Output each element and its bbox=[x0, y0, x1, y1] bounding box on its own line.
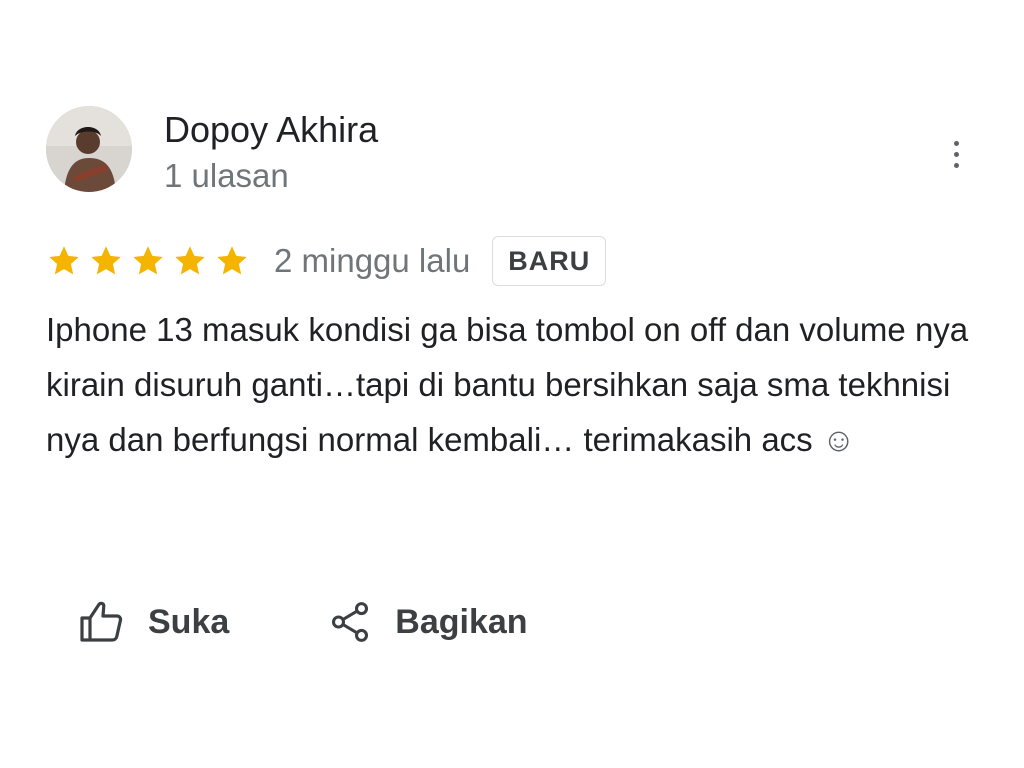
share-button[interactable]: Bagikan bbox=[327, 599, 528, 645]
star-icon bbox=[91, 246, 121, 275]
avatar[interactable] bbox=[46, 106, 132, 192]
star-icon bbox=[175, 246, 205, 275]
star-icon bbox=[217, 246, 247, 275]
review-time: 2 minggu lalu bbox=[274, 242, 471, 279]
review-text: Iphone 13 masuk kondisi ga bisa tombol o… bbox=[46, 302, 976, 467]
star-icon bbox=[133, 246, 163, 275]
more-vert-icon bbox=[953, 140, 959, 146]
like-label: Suka bbox=[148, 602, 230, 641]
review-card: Dopoy Akhira 1 ulasan 2 minggu lalu BARU… bbox=[0, 0, 1024, 768]
smile-emoji: ☺ bbox=[821, 421, 856, 458]
like-button[interactable]: Suka bbox=[78, 598, 229, 646]
star-icon bbox=[49, 246, 79, 275]
reviewer-review-count: 1 ulasan bbox=[164, 157, 289, 194]
rating-row: 2 minggu lalu BARU bbox=[46, 236, 607, 286]
reviewer-name[interactable]: Dopoy Akhira bbox=[164, 108, 378, 152]
more-options-button[interactable] bbox=[940, 132, 972, 176]
share-icon bbox=[332, 602, 369, 642]
share-label: Bagikan bbox=[395, 602, 528, 641]
review-actions: Suka Bagikan bbox=[78, 596, 528, 648]
star-rating bbox=[46, 243, 250, 279]
new-badge: BARU bbox=[492, 236, 607, 286]
thumbs-up-icon bbox=[80, 601, 123, 642]
